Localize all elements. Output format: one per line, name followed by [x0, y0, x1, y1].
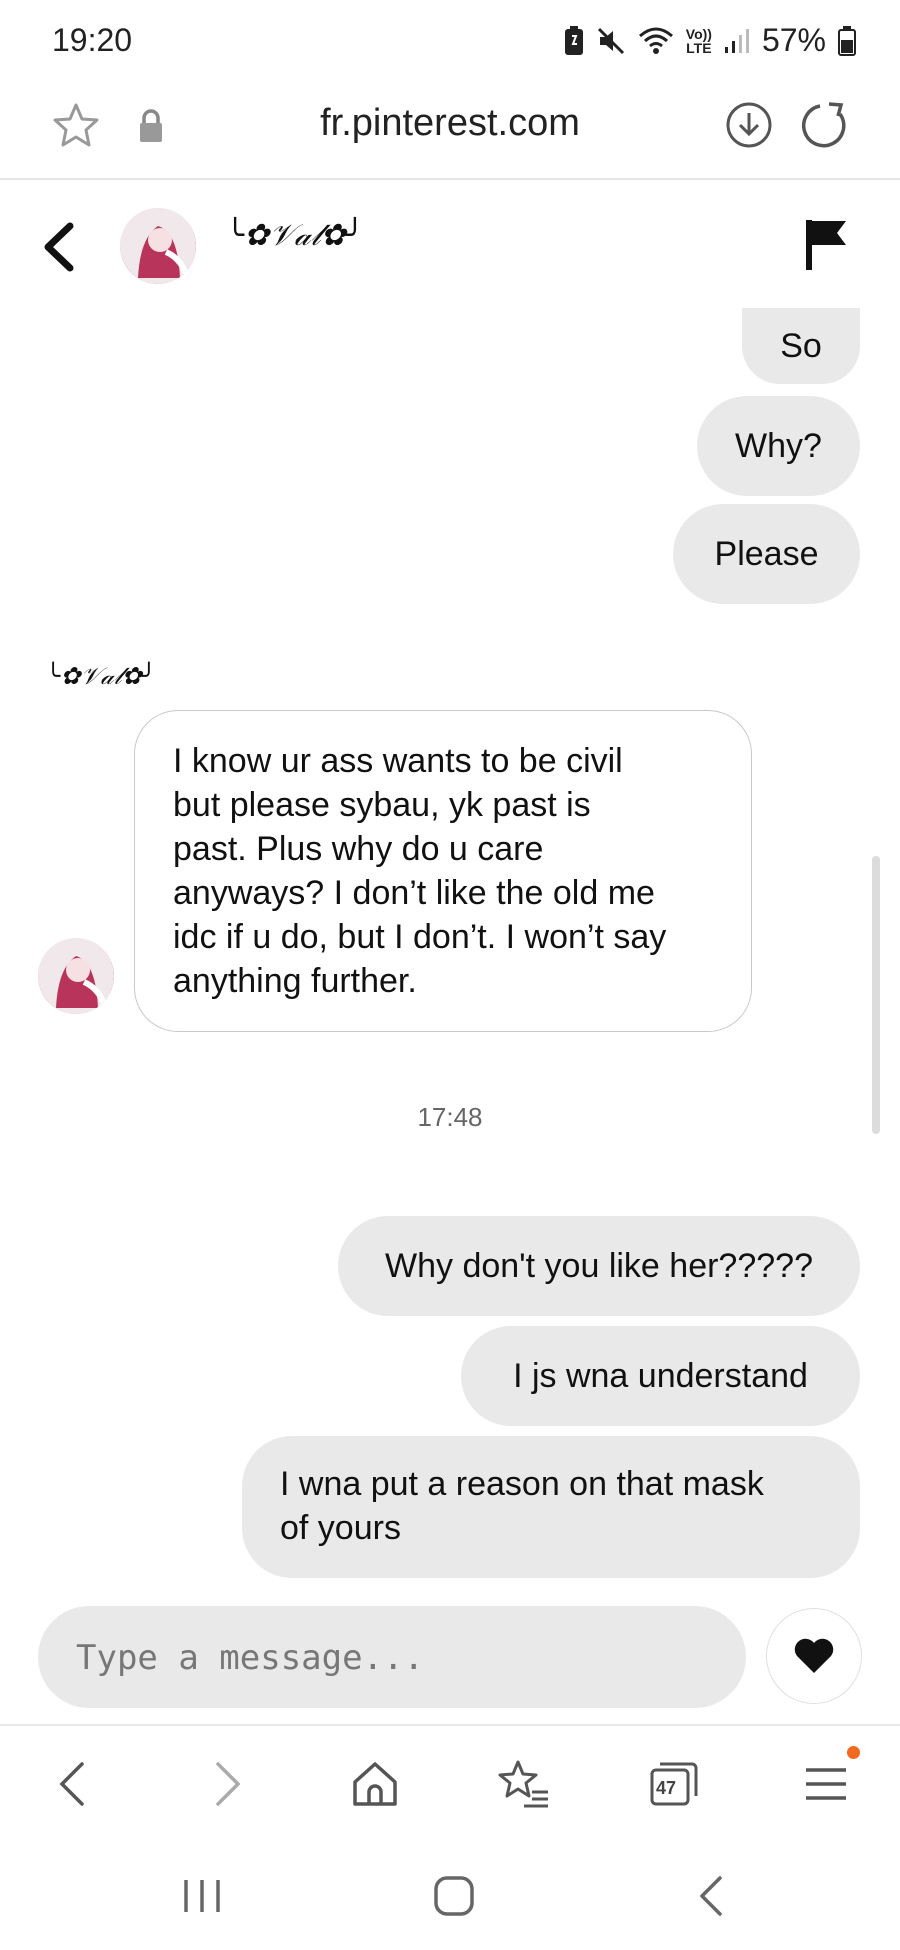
menu-icon[interactable] [796, 1754, 856, 1814]
volte-label: Vo)) [685, 25, 712, 42]
reload-icon[interactable] [800, 100, 850, 155]
mute-icon [596, 26, 626, 56]
back-chevron-icon[interactable] [38, 220, 78, 279]
battery-icon [838, 25, 856, 56]
tab-count: 47 [656, 1778, 677, 1798]
message-line: idc if u do, but I don’t. I won’t say [173, 918, 667, 956]
message-line: of yours [280, 1509, 401, 1547]
message-outgoing: Please [673, 504, 860, 604]
message-outgoing: Why? [697, 396, 860, 496]
contact-avatar[interactable] [120, 208, 196, 284]
tabs-icon[interactable]: 47 [644, 1754, 704, 1814]
message-outgoing: I js wna understand [461, 1326, 860, 1426]
battery-saver-icon [564, 25, 584, 56]
status-icons: Vo)) LTE 57% [564, 22, 856, 59]
message-outgoing: So [742, 308, 860, 384]
system-back-icon[interactable] [690, 1874, 734, 1923]
sender-avatar[interactable] [38, 938, 114, 1014]
message-incoming: I know ur ass wants to be civil but plea… [134, 710, 752, 1032]
message-input[interactable] [74, 1606, 718, 1710]
message-outgoing: Why don't you like her????? [338, 1216, 860, 1316]
message-timestamp: 17:48 [417, 1102, 483, 1132]
message-line: I know ur ass wants to be civil [173, 742, 623, 780]
signal-icon [724, 27, 750, 55]
message-line: but please sybau, yk past is [173, 786, 591, 824]
browser-url-bar: fr.pinterest.com [0, 84, 900, 180]
recent-apps-icon[interactable] [180, 1876, 224, 1921]
message-line: past. Plus why do u care [173, 830, 544, 868]
like-button[interactable] [766, 1608, 862, 1704]
battery-percent: 57% [761, 22, 826, 58]
notification-badge [847, 1746, 860, 1759]
network-type: Vo)) LTE [686, 27, 712, 55]
message-sender-name: ╰✿𝒱𝒶𝓁✿╯ [46, 662, 157, 690]
message-line: anyways? I don’t like the old me [173, 874, 655, 912]
browser-forward-icon[interactable] [196, 1754, 256, 1814]
home-button-icon[interactable] [432, 1874, 476, 1923]
message-outgoing: I wna put a reason on that mask of yours [242, 1436, 860, 1578]
report-flag-icon[interactable] [804, 218, 848, 277]
home-icon[interactable] [345, 1754, 405, 1814]
lte-label: LTE [686, 39, 712, 56]
download-icon[interactable] [724, 100, 774, 155]
contact-name[interactable]: ╰✿𝒱𝒶𝓁✿╯ [226, 218, 364, 253]
browser-back-icon[interactable] [44, 1754, 104, 1814]
message-line: anything further. [173, 962, 417, 1000]
message-composer [38, 1606, 746, 1710]
heart-icon [794, 1638, 834, 1673]
chat-header: ╰✿𝒱𝒶𝓁✿╯ [0, 180, 900, 310]
status-time: 19:20 [52, 22, 133, 58]
bookmarks-icon[interactable] [494, 1754, 554, 1814]
android-nav-bar [0, 1842, 900, 1950]
message-line: I wna put a reason on that mask [280, 1465, 764, 1503]
browser-toolbar: 47 [0, 1724, 900, 1844]
wifi-icon [638, 26, 674, 56]
chat-scrollbar[interactable] [872, 856, 880, 1134]
status-bar: 19:20 Vo)) LTE 57% [0, 0, 900, 84]
